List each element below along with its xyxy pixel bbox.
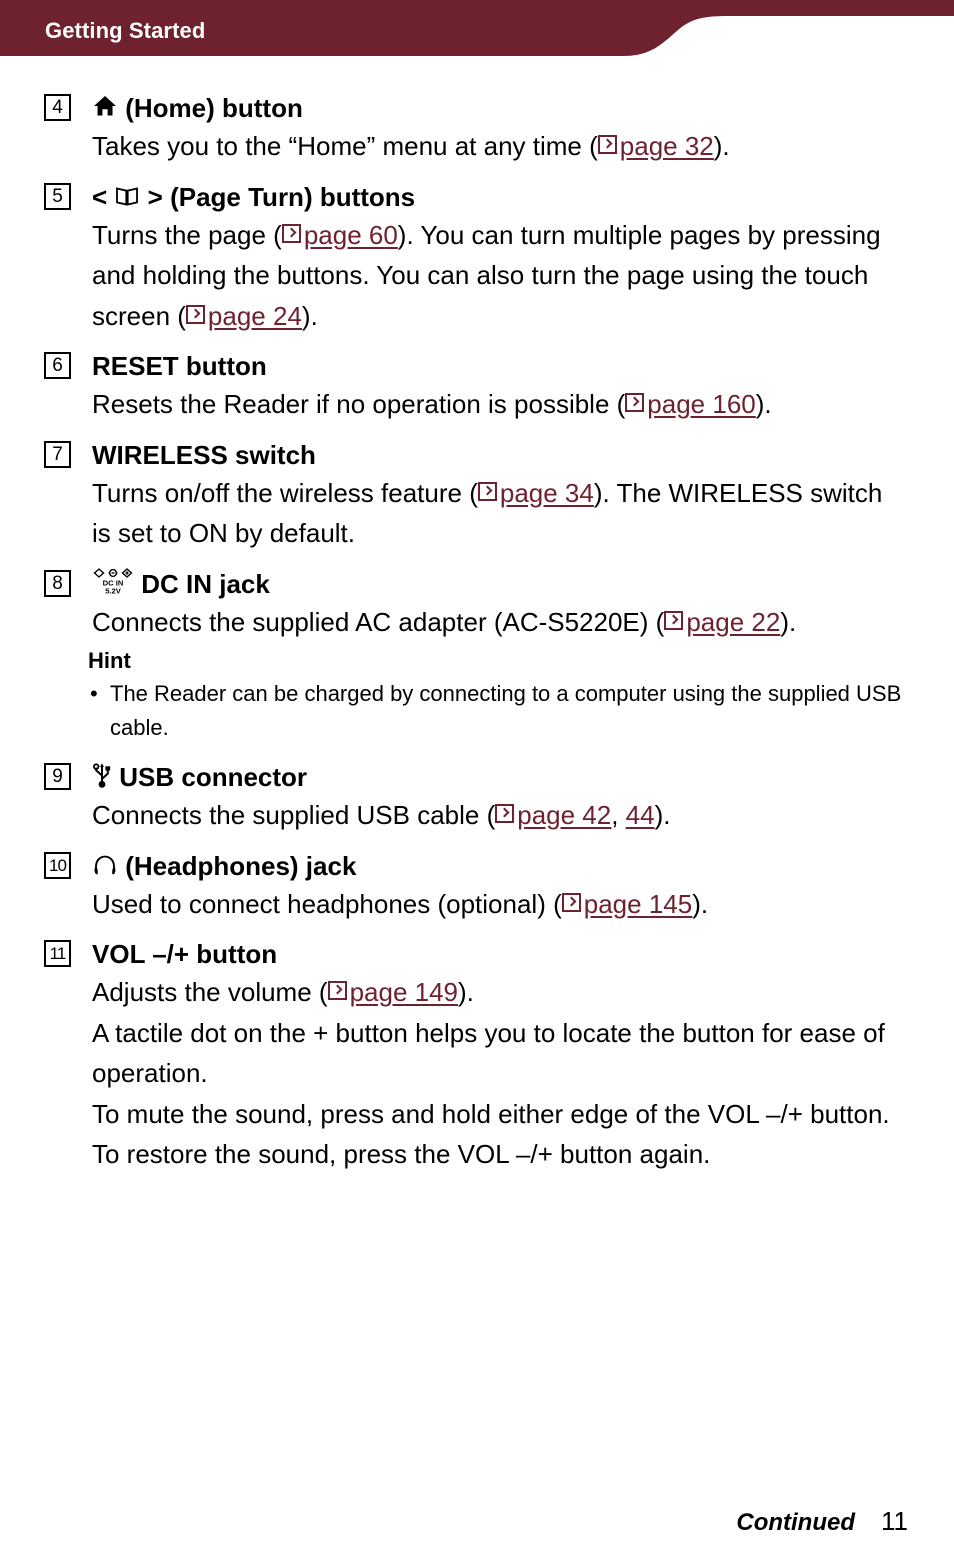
list-item-wireless-switch: 7 WIRELESS switch Turns on/off the wirel… bbox=[0, 437, 954, 554]
dc-in-jack-icon: DC IN 5.2V bbox=[92, 566, 134, 596]
entry-body: Turns the page (page 60). You can turn m… bbox=[92, 215, 906, 337]
hint-block: Hint The Reader can be charged by connec… bbox=[0, 646, 954, 745]
page-reference-text: page 32 bbox=[619, 131, 714, 161]
body-text-1: Adjusts the volume ( bbox=[92, 977, 328, 1007]
reference-arrow-icon bbox=[477, 481, 497, 501]
reference-arrow-icon bbox=[185, 304, 205, 324]
reference-arrow-icon bbox=[495, 804, 515, 823]
reference-arrow-icon bbox=[597, 135, 617, 154]
reference-arrow-icon bbox=[625, 393, 645, 412]
page-reference-link[interactable]: page 42 bbox=[495, 800, 611, 830]
body-text-1: Connects the supplied USB cable ( bbox=[92, 800, 496, 830]
item-number-box: 6 bbox=[44, 352, 71, 379]
entry-title-text: VOL –/+ button bbox=[92, 939, 278, 969]
body-text-2: , bbox=[611, 800, 626, 830]
item-number-box: 10 bbox=[44, 851, 71, 879]
page-reference-link[interactable]: page 32 bbox=[597, 131, 714, 161]
page-reference-link-secondary[interactable]: 44 bbox=[626, 800, 655, 830]
list-item-vol-button: 11 VOL –/+ button Adjusts the volume ( pa… bbox=[0, 936, 954, 1175]
body-text-1: Connects the supplied AC adapter (AC-S52… bbox=[92, 606, 665, 637]
angle-bracket-right: > bbox=[147, 181, 163, 212]
list-item-reset-button: 6 RESET button Resets the Reader if no o… bbox=[0, 348, 954, 425]
page-reference-link[interactable]: page 160 bbox=[625, 389, 756, 419]
usb-icon bbox=[92, 762, 112, 789]
entry-title: < > (Page Turn) buttons bbox=[92, 179, 906, 215]
page-reference-link[interactable]: page 34 bbox=[477, 477, 594, 508]
headphones-icon bbox=[92, 853, 118, 879]
reference-arrow-icon bbox=[561, 892, 581, 912]
page-reference-text: page 160 bbox=[647, 389, 756, 419]
body-text-2: ). bbox=[713, 131, 730, 161]
item-number-box: 5 bbox=[44, 182, 71, 210]
entry-title: RESET button bbox=[92, 348, 906, 384]
page-reference-text: page 24 bbox=[207, 300, 302, 331]
entry-body: Adjusts the volume (page 149). A tactile… bbox=[92, 972, 906, 1175]
page-reference-link[interactable]: page 60 bbox=[281, 219, 398, 250]
item-number-box: 11 bbox=[44, 940, 71, 967]
entry-title-text: (Home) button bbox=[125, 93, 303, 123]
page-reference-text: page 22 bbox=[686, 606, 781, 637]
list-item-headphones-jack: 10 (Headphones) jack Used to connect hea… bbox=[0, 848, 954, 925]
item-number-box: 9 bbox=[44, 763, 71, 790]
entry-title: WIRELESS switch bbox=[92, 437, 906, 473]
entry-title-text: USB connector bbox=[119, 762, 308, 792]
body-text-3: ). bbox=[654, 800, 671, 830]
entry-title-text: DC IN jack bbox=[141, 568, 270, 599]
page-reference-link[interactable]: page 24 bbox=[185, 300, 302, 331]
entry-body: Takes you to the “Home” menu at any time… bbox=[92, 126, 906, 167]
page-reference-text: page 145 bbox=[583, 888, 693, 919]
reference-arrow-icon bbox=[664, 610, 684, 630]
body-text-1: Used to connect headphones (optional) ( bbox=[92, 888, 562, 919]
page-reference-link[interactable]: page 145 bbox=[561, 888, 693, 919]
page-title: Getting Started bbox=[45, 18, 206, 43]
page-reference-text: page 34 bbox=[499, 477, 594, 508]
body-text-1: Turns the page ( bbox=[92, 219, 282, 250]
item-number-box: 8 bbox=[44, 569, 71, 597]
body-text-2: ). bbox=[755, 389, 772, 419]
page-reference-text: page 149 bbox=[349, 977, 459, 1007]
page-reference-link[interactable]: page 22 bbox=[664, 607, 780, 637]
angle-bracket-left: < bbox=[92, 181, 108, 212]
page-reference-text: page 42 bbox=[517, 800, 612, 830]
body-text-1: Resets the Reader if no operation is pos… bbox=[92, 389, 626, 419]
page-reference-link[interactable]: page 149 bbox=[327, 977, 459, 1007]
open-book-icon bbox=[114, 184, 140, 208]
reference-arrow-icon bbox=[327, 981, 347, 1000]
list-item-page-turn-buttons: 5 < > (Page Turn) buttons Turns the page… bbox=[0, 179, 954, 337]
continued-label: Continued bbox=[736, 1509, 855, 1536]
item-number-box: 4 bbox=[44, 94, 71, 121]
list-item-dc-in-jack: 8 DC IN 5.2V DC IN jack Connects the sup… bbox=[0, 566, 954, 643]
entry-title-text: (Headphones) jack bbox=[125, 850, 357, 881]
list-item-usb-connector: 9 USB connector Connects the supplied US… bbox=[0, 759, 954, 836]
body-text-2: ). bbox=[692, 888, 709, 919]
entry-title: USB connector bbox=[92, 759, 906, 795]
page-footer: Continued 11 bbox=[736, 1506, 908, 1537]
entry-title: DC IN 5.2V DC IN jack bbox=[92, 566, 906, 602]
entry-body: Turns on/off the wireless feature ( page … bbox=[92, 473, 906, 554]
home-icon bbox=[92, 93, 118, 119]
hint-list-item: The Reader can be charged by connecting … bbox=[88, 677, 906, 745]
svg-text:5.2V: 5.2V bbox=[105, 586, 122, 595]
entry-title: (Home) button bbox=[92, 90, 906, 126]
page-reference-text: page 60 bbox=[303, 219, 398, 250]
body-text-2: ). bbox=[780, 606, 797, 637]
body-text-3: ). bbox=[301, 300, 318, 331]
page-number: 11 bbox=[881, 1506, 908, 1536]
entry-body: Used to connect headphones (optional) ( p… bbox=[92, 884, 906, 925]
content-area: 4 (Home) button Takes you to the “Home” … bbox=[0, 90, 954, 1187]
entry-title-text: WIRELESS switch bbox=[92, 439, 316, 470]
hint-title: Hint bbox=[88, 648, 131, 673]
entry-body: Resets the Reader if no operation is pos… bbox=[92, 384, 906, 425]
entry-body: Connects the supplied USB cable ( page 42… bbox=[92, 795, 906, 836]
entry-title-text: RESET button bbox=[92, 351, 267, 381]
entry-title: VOL –/+ button bbox=[92, 936, 906, 972]
body-text-1: Takes you to the “Home” menu at any time… bbox=[92, 131, 598, 161]
item-number-box: 7 bbox=[44, 440, 71, 468]
entry-body: Connects the supplied AC adapter (AC-S52… bbox=[92, 602, 906, 643]
reference-arrow-icon bbox=[281, 223, 301, 243]
body-text-1: Turns on/off the wireless feature ( bbox=[92, 477, 478, 508]
entry-title: (Headphones) jack bbox=[92, 848, 906, 884]
list-item-home-button: 4 (Home) button Takes you to the “Home” … bbox=[0, 90, 954, 167]
entry-title-text: (Page Turn) buttons bbox=[170, 181, 416, 212]
